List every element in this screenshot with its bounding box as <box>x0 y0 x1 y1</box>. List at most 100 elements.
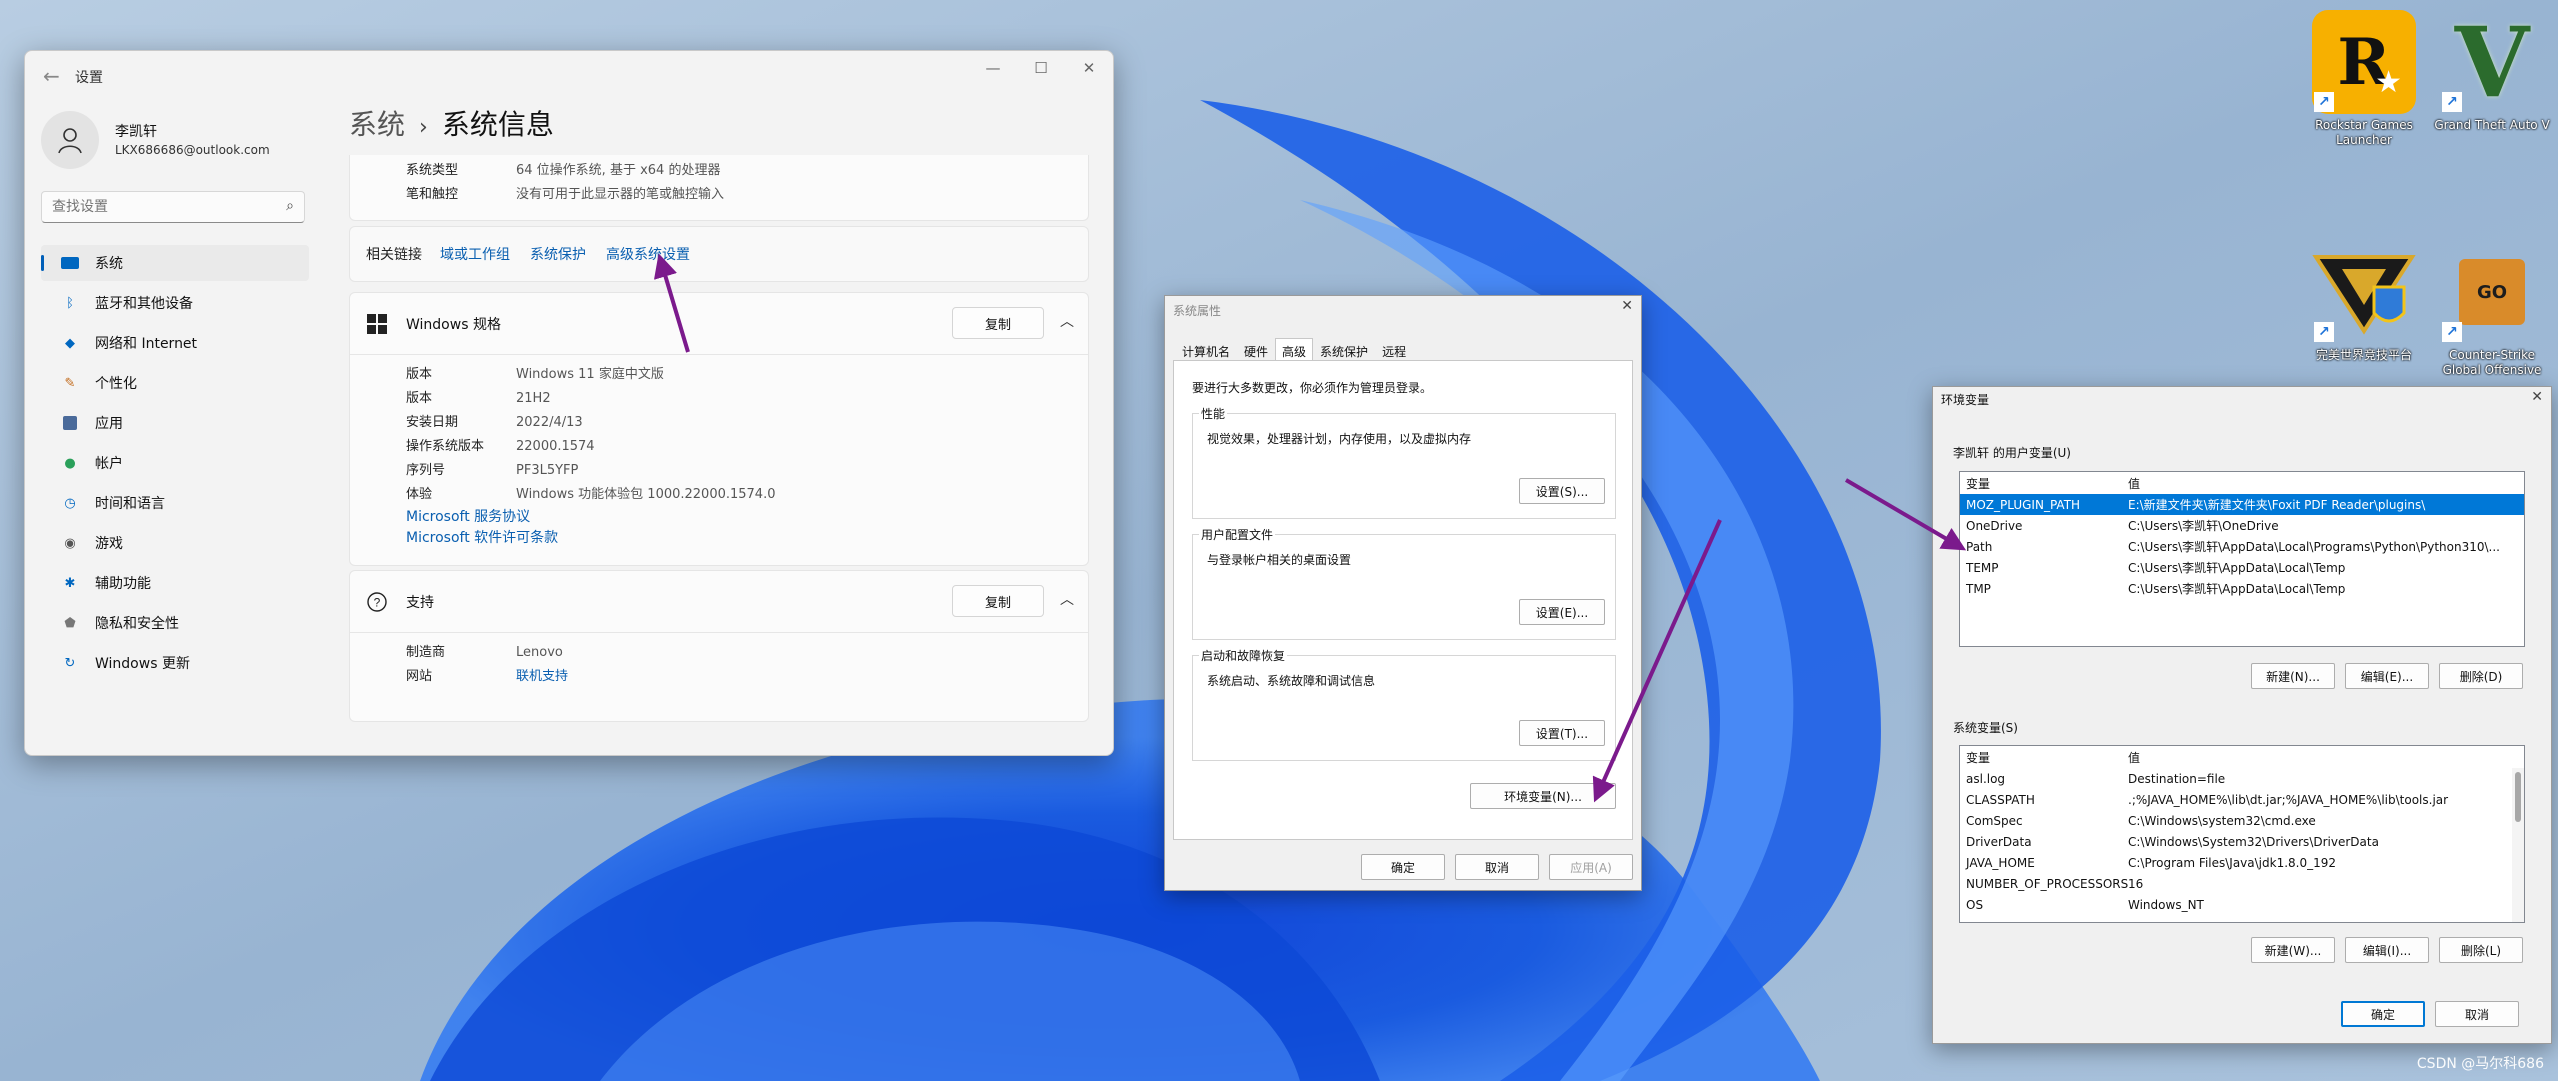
breadcrumb-parent[interactable]: 系统 <box>349 108 405 141</box>
sidebar-item-privacy[interactable]: ⬟ 隐私和安全性 <box>41 605 309 641</box>
column-header-variable[interactable]: 变量 <box>1960 749 2128 766</box>
environment-variables-button[interactable]: 环境变量(N)... <box>1470 783 1616 809</box>
list-item[interactable]: TMP C:\Users\李凯轩\AppData\Local\Temp <box>1960 578 2524 599</box>
sidebar-item-bluetooth[interactable]: ᛒ 蓝牙和其他设备 <box>41 285 309 321</box>
ok-button[interactable]: 确定 <box>2341 1001 2425 1027</box>
desktop-icon-csgo[interactable]: GO ↗ Counter-Strike Global Offensive <box>2432 240 2552 378</box>
user-profiles-group: 用户配置文件 与登录帐户相关的桌面设置 设置(E)... <box>1192 526 1616 640</box>
spec-value: Lenovo <box>516 645 563 660</box>
link-advanced-system-settings[interactable]: 高级系统设置 <box>606 244 690 264</box>
sidebar-item-gaming[interactable]: ◉ 游戏 <box>41 525 309 561</box>
close-icon[interactable]: ✕ <box>2531 389 2543 405</box>
sidebar-item-windows-update[interactable]: ↻ Windows 更新 <box>41 645 309 681</box>
list-item[interactable]: NUMBER_OF_PROCESSORS 16 <box>1960 873 2524 894</box>
list-item[interactable]: asl.log Destination=file <box>1960 768 2524 789</box>
desktop-icon-rockstar[interactable]: R ★ ↗ Rockstar Games Launcher <box>2304 10 2424 148</box>
system-properties-dialog: 系统属性 ✕ 计算机名 硬件 高级 系统保护 远程 要进行大多数更改，你必须作为… <box>1164 295 1642 891</box>
system-vars-label: 系统变量(S) <box>1953 721 2018 735</box>
user-name: 李凯轩 <box>115 124 157 140</box>
copy-button[interactable]: 复制 <box>952 585 1044 617</box>
link-online-support[interactable]: 联机支持 <box>516 665 568 689</box>
sidebar-item-accessibility[interactable]: ✱ 辅助功能 <box>41 565 309 601</box>
var-name: Path <box>1966 539 1993 554</box>
sidebar-item-system[interactable]: 系统 <box>41 245 309 281</box>
link-service-agreement[interactable]: Microsoft 服务协议 <box>406 507 1088 528</box>
support-header[interactable]: ? 支持 复制 ︿ <box>350 571 1088 633</box>
close-icon[interactable]: ✕ <box>1065 51 1113 85</box>
link-domain-workgroup[interactable]: 域或工作组 <box>440 244 510 264</box>
desktop-icon-perfect-world[interactable]: ↗ 完美世界竞技平台 <box>2304 240 2424 363</box>
system-edit-button[interactable]: 编辑(I)... <box>2345 937 2429 963</box>
system-variables-list[interactable]: 变量 值 asl.log Destination=file CLASSPATH.;… <box>1959 745 2525 923</box>
user-profile[interactable]: 李凯轩 LKX686686@outlook.com <box>41 111 321 171</box>
maximize-icon[interactable]: ☐ <box>1017 51 1065 85</box>
list-item[interactable]: JAVA_HOME C:\Program Files\Java\jdk1.8.0_… <box>1960 852 2524 873</box>
list-item[interactable]: DriverData C:\Windows\System32\Drivers\Dr… <box>1960 831 2524 852</box>
spec-key: 安装日期 <box>406 415 459 430</box>
list-item[interactable]: OneDrive C:\Users\李凯轩\OneDrive <box>1960 515 2524 536</box>
sidebar-item-apps[interactable]: 应用 <box>41 405 309 441</box>
list-item[interactable]: CLASSPATH .;%JAVA_HOME%\lib\dt.jar;%JAVA_… <box>1960 789 2524 810</box>
sidebar-item-accounts[interactable]: ● 帐户 <box>41 445 309 481</box>
apply-button[interactable]: 应用(A) <box>1549 854 1633 880</box>
list-item[interactable]: ComSpec C:\Windows\system32\cmd.exe <box>1960 810 2524 831</box>
sidebar-item-label: 个性化 <box>95 376 137 392</box>
list-item[interactable]: OS Windows_NT <box>1960 894 2524 915</box>
spec-row: 序列号 PF3L5YFP <box>406 459 1088 483</box>
settings-search[interactable]: ⌕ <box>41 191 305 223</box>
user-vars-label: 李凯轩 的用户变量(U) <box>1953 446 2071 460</box>
cancel-button[interactable]: 取消 <box>1455 854 1539 880</box>
breadcrumb: 系统 › 系统信息 <box>349 103 554 143</box>
group-title: 用户配置文件 <box>1199 526 1276 543</box>
user-variables-list[interactable]: 变量 值 MOZ_PLUGIN_PATH E:\新建文件夹\新建文件夹\Foxit… <box>1959 471 2525 647</box>
back-arrow-icon[interactable]: ← <box>43 64 60 88</box>
close-icon[interactable]: ✕ <box>1621 298 1633 314</box>
startup-settings-button[interactable]: 设置(T)... <box>1519 720 1605 746</box>
user-delete-button[interactable]: 删除(D) <box>2439 663 2523 689</box>
sidebar-item-network[interactable]: ◆ 网络和 Internet <box>41 325 309 361</box>
related-links: 相关链接 域或工作组 系统保护 高级系统设置 <box>349 226 1089 282</box>
column-header-value[interactable]: 值 <box>2128 749 2524 766</box>
profile-settings-button[interactable]: 设置(E)... <box>1519 599 1605 625</box>
var-name: OneDrive <box>1966 518 2023 533</box>
sidebar-item-personalization[interactable]: ✎ 个性化 <box>41 365 309 401</box>
var-name: ComSpec <box>1966 813 2023 828</box>
var-value: C:\Users\李凯轩\AppData\Local\Temp <box>2128 582 2346 596</box>
related-links-label: 相关链接 <box>366 247 422 263</box>
wifi-icon: ◆ <box>65 335 75 351</box>
performance-settings-button[interactable]: 设置(S)... <box>1519 478 1605 504</box>
copy-button[interactable]: 复制 <box>952 307 1044 339</box>
scrollbar-thumb[interactable] <box>2515 772 2521 822</box>
list-item[interactable]: TEMP C:\Users\李凯轩\AppData\Local\Temp <box>1960 557 2524 578</box>
chevron-up-icon[interactable]: ︿ <box>1060 311 1074 331</box>
link-license-terms[interactable]: Microsoft 软件许可条款 <box>406 528 1088 549</box>
system-new-button[interactable]: 新建(W)... <box>2251 937 2335 963</box>
var-value: Windows_NT <box>2128 897 2204 912</box>
column-header-value[interactable]: 值 <box>2128 475 2524 492</box>
system-delete-button[interactable]: 删除(L) <box>2439 937 2523 963</box>
ok-button[interactable]: 确定 <box>1361 854 1445 880</box>
cancel-button[interactable]: 取消 <box>2435 1001 2519 1027</box>
sidebar-item-time-language[interactable]: ◷ 时间和语言 <box>41 485 309 521</box>
user-new-button[interactable]: 新建(N)... <box>2251 663 2335 689</box>
sidebar-item-label: 帐户 <box>95 456 123 472</box>
chevron-right-icon: › <box>419 115 428 140</box>
search-input[interactable] <box>52 192 272 222</box>
var-value: Destination=file <box>2128 771 2226 786</box>
spec-key: 制造商 <box>406 645 446 660</box>
column-header-variable[interactable]: 变量 <box>1960 475 2128 492</box>
chevron-up-icon[interactable]: ︿ <box>1060 589 1074 609</box>
vertical-scrollbar[interactable] <box>2512 768 2524 922</box>
list-item[interactable]: MOZ_PLUGIN_PATH E:\新建文件夹\新建文件夹\Foxit PDF … <box>1960 494 2524 515</box>
sidebar-nav: 系统 ᛒ 蓝牙和其他设备 ◆ 网络和 Internet ✎ 个性化 应用 ● 帐… <box>41 245 309 685</box>
brush-icon: ✎ <box>64 375 76 391</box>
var-value: .;%JAVA_HOME%\lib\dt.jar;%JAVA_HOME%\lib… <box>2128 792 2449 807</box>
link-system-protection[interactable]: 系统保护 <box>530 244 586 264</box>
windows-spec-header[interactable]: Windows 规格 复制 ︿ <box>350 293 1088 355</box>
list-item[interactable]: Path C:\Users\李凯轩\AppData\Local\Programs\… <box>1960 536 2524 557</box>
minimize-icon[interactable]: — <box>969 51 1017 85</box>
var-value: C:\Windows\system32\cmd.exe <box>2128 813 2316 828</box>
user-edit-button[interactable]: 编辑(E)... <box>2345 663 2429 689</box>
desktop-icon-gta5[interactable]: V ↗ Grand Theft Auto V <box>2432 6 2552 133</box>
shortcut-arrow-icon: ↗ <box>2442 322 2462 342</box>
